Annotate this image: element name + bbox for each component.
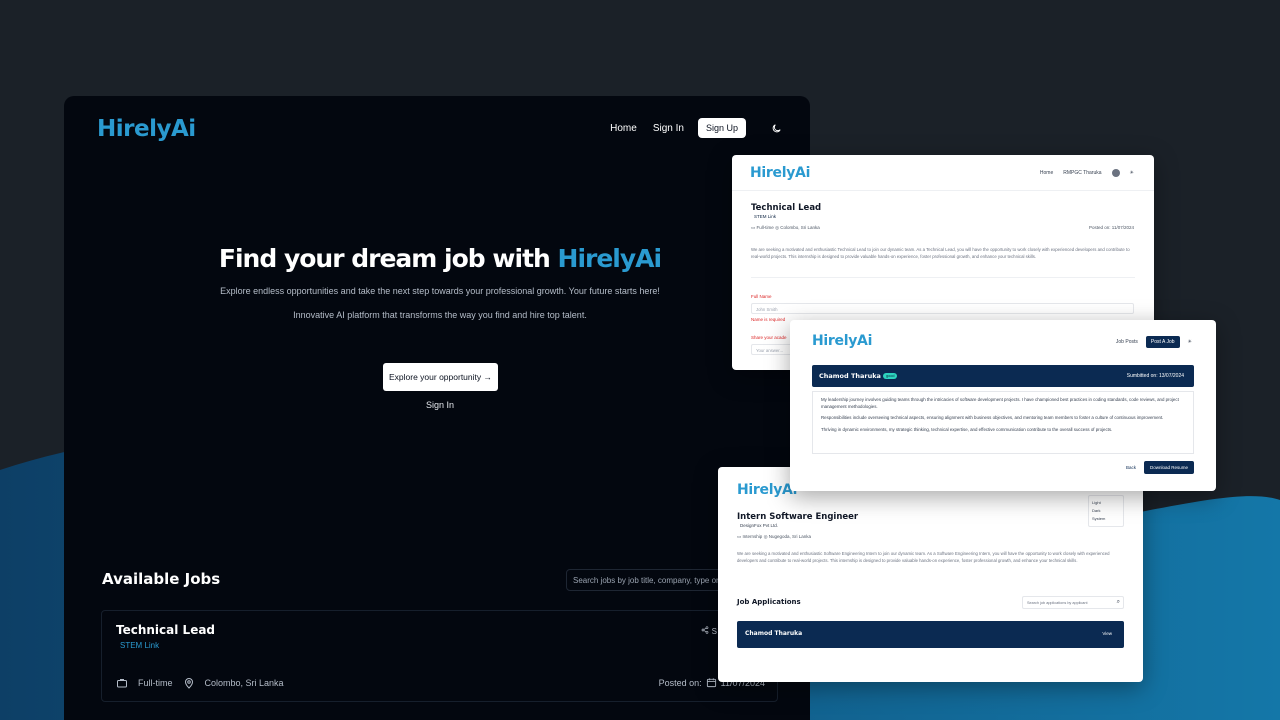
location-pin-icon: ◎ bbox=[763, 534, 768, 539]
job-type: Full-time bbox=[138, 678, 173, 688]
job-description: We are seeking a motivated and enthusias… bbox=[737, 551, 1110, 563]
briefcase-icon bbox=[117, 679, 127, 688]
posted-label: Posted on: bbox=[658, 677, 702, 688]
briefcase-icon: ▭ bbox=[751, 225, 756, 230]
job-meta: ▭ Internship ◎ Nugegoda, Sri Lanka bbox=[737, 534, 811, 540]
application-answers: My leadership journey involves guiding t… bbox=[812, 391, 1194, 454]
theme-option-light[interactable]: Light bbox=[1092, 499, 1120, 507]
applicant-name: Chamod Tharuka bbox=[819, 372, 881, 380]
view-button[interactable]: View bbox=[1102, 631, 1112, 636]
nav-home-link[interactable]: Home bbox=[1040, 170, 1053, 176]
logo[interactable]: HirelyAi bbox=[812, 333, 872, 349]
job-company: STEM Link bbox=[754, 214, 777, 219]
job-type: Full-time bbox=[756, 225, 774, 230]
answer-paragraph: Responsibilities include overseeing tech… bbox=[821, 415, 1164, 420]
full-name-input[interactable]: John Smith bbox=[751, 303, 1134, 314]
logo[interactable]: HirelyAi bbox=[737, 482, 797, 498]
download-resume-button[interactable]: Download Resume bbox=[1143, 461, 1194, 474]
nav-job-posts-link[interactable]: Job Posts bbox=[1116, 339, 1138, 345]
full-name-label: Full Name bbox=[751, 294, 772, 299]
applications-search-input[interactable]: Search job applications by applicant ⌕ bbox=[1022, 596, 1124, 609]
applicant-name: Chamod Tharuka bbox=[745, 630, 803, 637]
search-placeholder: Search job applications by applicant bbox=[1027, 601, 1088, 605]
job-company: STEM Link bbox=[120, 641, 160, 650]
calendar-icon bbox=[706, 678, 716, 688]
share-icon bbox=[702, 626, 709, 634]
logo-text: HirelyAi bbox=[812, 333, 873, 349]
application-row[interactable]: Chamod Tharuka View bbox=[737, 621, 1124, 648]
job-description: We are seeking a motivated and enthusias… bbox=[751, 247, 1130, 259]
explore-button[interactable]: Explore your opportunity → bbox=[383, 363, 498, 391]
theme-dropdown: Light Dark System bbox=[1088, 495, 1124, 527]
name-error: Name is required bbox=[751, 317, 786, 322]
hero-title-text: Find your dream job with bbox=[218, 244, 558, 273]
available-jobs-heading: Available Jobs bbox=[102, 570, 221, 588]
job-meta: ▭ Full-time ◎ Colombo, Sri Lanka bbox=[751, 225, 820, 231]
logo[interactable]: HirelyAi bbox=[750, 165, 810, 181]
job-title: Technical Lead bbox=[751, 203, 822, 213]
back-button[interactable]: Back bbox=[1126, 465, 1136, 470]
hero-signin-link[interactable]: Sign In bbox=[64, 400, 810, 410]
job-posted: Posted on: 11/07/2024 bbox=[1089, 225, 1134, 230]
job-card[interactable]: Technical Lead STEM Link S Full-time Col… bbox=[101, 610, 778, 702]
logo-text: HirelyAi bbox=[737, 482, 798, 498]
hero-subtitle-2: Innovative AI platform that transforms t… bbox=[293, 310, 587, 320]
rating-badge: good bbox=[883, 373, 898, 379]
search-icon[interactable]: ⌕ bbox=[1117, 599, 1120, 606]
hero-subtitle: Explore endless opportunities and take t… bbox=[220, 286, 660, 296]
applications-heading: Job Applications bbox=[737, 598, 801, 606]
hero-title-brand: HirelyAi bbox=[557, 244, 663, 273]
job-title: Technical Lead bbox=[116, 623, 216, 637]
job-location: Colombo, Sri Lanka bbox=[780, 225, 820, 230]
signup-button[interactable]: Sign Up bbox=[697, 118, 746, 138]
top-nav: Home RMPGC Tharuka ☀ bbox=[1040, 169, 1134, 177]
job-location: Nugegoda, Sri Lanka bbox=[768, 534, 812, 539]
application-detail-window: HirelyAi Job Posts Post A Job ☀ Chamod T… bbox=[790, 320, 1216, 491]
job-title: Intern Software Engineer bbox=[737, 512, 859, 522]
job-company: DesignFox Pvt Ltd. bbox=[740, 523, 779, 528]
share-label: S bbox=[711, 627, 717, 636]
post-job-button[interactable]: Post A Job bbox=[1145, 336, 1180, 348]
applicant-header: Chamod Tharuka good Sumbitted on: 13/07/… bbox=[812, 365, 1194, 387]
logo[interactable]: HirelyAi bbox=[97, 116, 196, 142]
top-nav: Job Posts Post A Job ☀ bbox=[1116, 336, 1192, 348]
job-location: Colombo, Sri Lanka bbox=[204, 678, 284, 688]
answer-paragraph: Thriving in dynamic environments, my str… bbox=[821, 426, 1113, 432]
nav-signin-link[interactable]: Sign In bbox=[651, 119, 686, 138]
job-admin-window: HirelyAi Light Dark System Intern Softwa… bbox=[718, 467, 1143, 682]
location-pin-icon: ◎ bbox=[775, 225, 779, 230]
submitted-date: Sumbitted on: 13/07/2024 bbox=[1126, 373, 1184, 379]
theme-option-dark[interactable]: Dark bbox=[1092, 507, 1120, 515]
hero-title: Find your dream job with HirelyAi bbox=[64, 244, 810, 273]
nav-home-link[interactable]: Home bbox=[608, 119, 639, 138]
share-label: Share your acade bbox=[751, 335, 787, 340]
top-nav: Home Sign In Sign Up bbox=[608, 118, 786, 138]
location-pin-icon bbox=[184, 678, 193, 689]
divider bbox=[751, 277, 1135, 278]
main-landing-window: HirelyAi Home Sign In Sign Up Find your … bbox=[64, 96, 810, 720]
share-button[interactable]: S bbox=[701, 626, 717, 636]
sun-icon[interactable]: ☀ bbox=[1188, 339, 1192, 345]
user-name[interactable]: RMPGC Tharuka bbox=[1063, 170, 1101, 176]
theme-option-system[interactable]: System bbox=[1092, 515, 1120, 523]
divider bbox=[732, 190, 1154, 191]
answer-paragraph: My leadership journey involves guiding t… bbox=[821, 397, 1179, 409]
avatar[interactable] bbox=[1111, 169, 1120, 177]
logo-text: HirelyAi bbox=[750, 165, 811, 181]
moon-icon[interactable] bbox=[766, 118, 786, 138]
sun-icon[interactable]: ☀ bbox=[1130, 170, 1134, 176]
job-type: Internship bbox=[742, 534, 763, 539]
briefcase-icon: ▭ bbox=[737, 534, 742, 539]
job-meta: Full-time Colombo, Sri Lanka bbox=[116, 677, 284, 689]
